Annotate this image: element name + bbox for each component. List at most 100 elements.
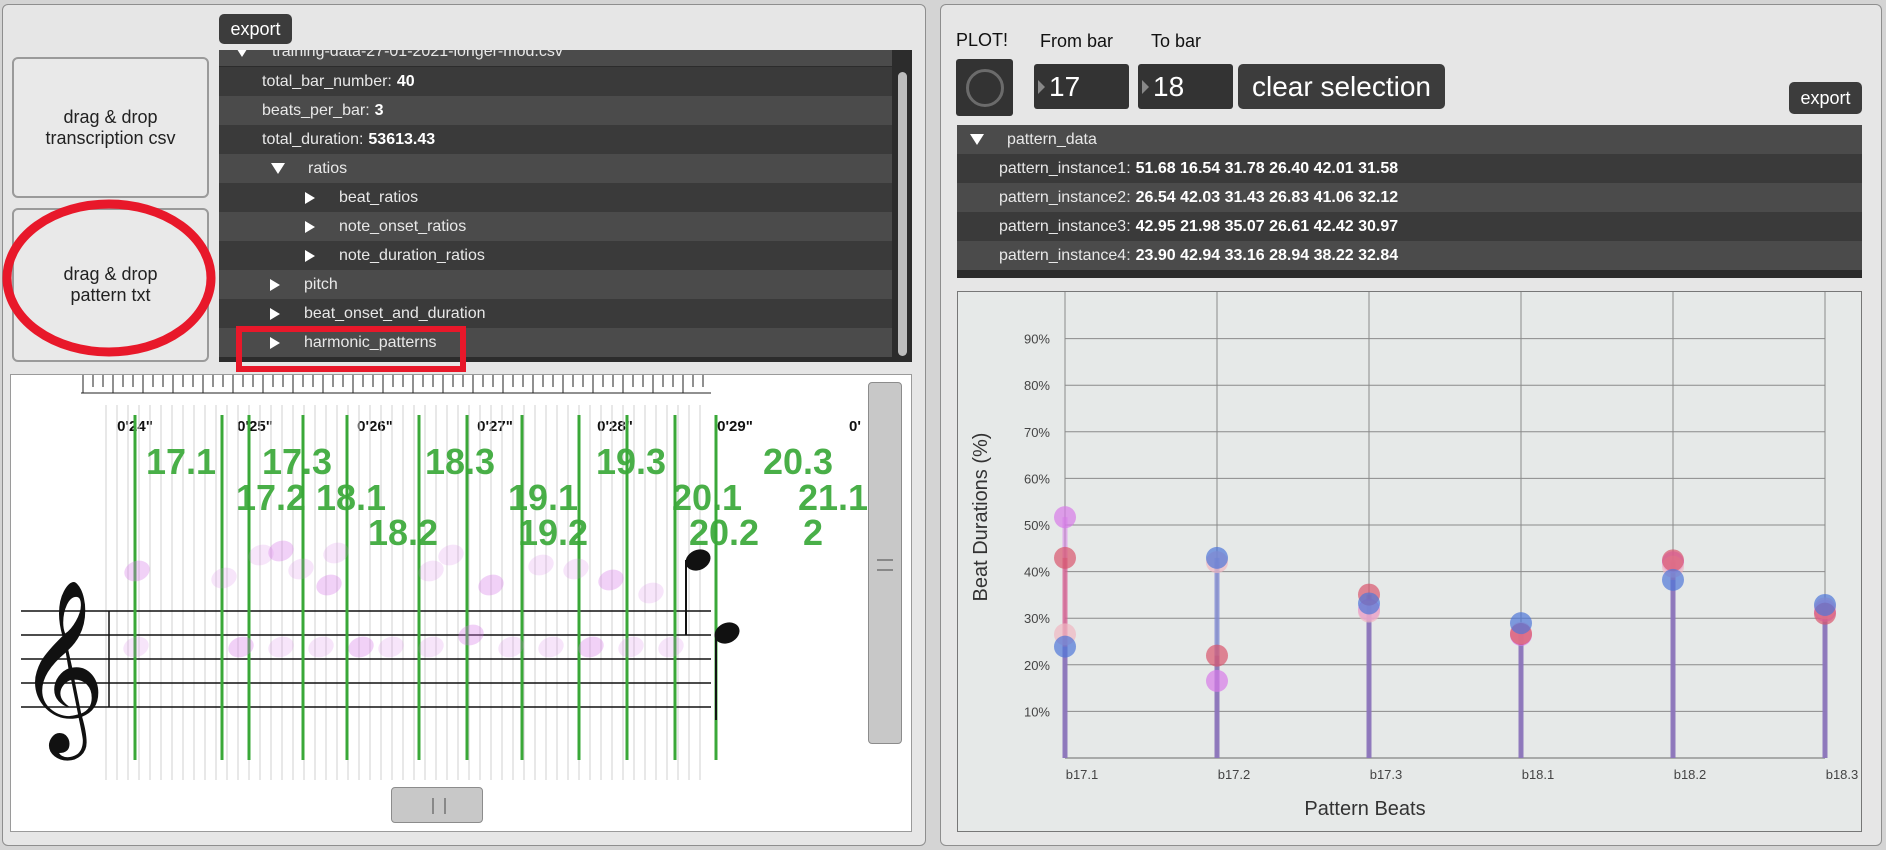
x-tick-label: b17.2 — [1218, 767, 1251, 782]
note-head — [658, 636, 684, 658]
note-head — [211, 567, 237, 589]
y-axis-label: Beat Durations (%) — [970, 433, 992, 602]
note-head — [348, 636, 374, 658]
grip-icon — [877, 559, 893, 571]
y-tick-label: 50% — [1024, 518, 1050, 533]
y-tick-label: 10% — [1024, 704, 1050, 719]
note-head — [268, 636, 294, 658]
data-tree: training-data-27-01-2021-longer-mod.csv … — [219, 50, 912, 362]
chart-svg: 10% 20% 30% 40% 50% 60% 70% 80% 90% b17.1 b17.2 b17… — [970, 292, 1859, 820]
data-point — [1662, 568, 1684, 591]
pattern-data-header[interactable]: pattern_data — [957, 125, 1862, 154]
circle-icon — [966, 69, 1004, 107]
plot-toggle-button[interactable] — [956, 59, 1013, 116]
time-label: 0'26" — [357, 418, 393, 435]
beat-label: 19.2 — [518, 512, 588, 553]
csv-dropzone[interactable]: drag & drop transcription csv — [12, 57, 209, 198]
time-label: 0'27" — [477, 418, 513, 435]
beat-label: 18.3 — [425, 441, 495, 482]
x-tick-label: b17.3 — [1370, 767, 1403, 782]
note-head — [378, 636, 404, 658]
y-tick-label: 70% — [1024, 425, 1050, 440]
tree-row-total-duration: total_duration: 53613.43 — [219, 125, 912, 154]
score-svg: 0'24"0'25"0'26"0'27"0'28"0'29"0'𝄞17.117.… — [17, 375, 868, 780]
y-tick-label: 60% — [1024, 471, 1050, 486]
tree-row-pitch[interactable]: pitch — [219, 270, 912, 299]
time-label: 0'25" — [237, 418, 273, 435]
note-head — [598, 569, 624, 591]
treble-clef-icon: 𝄞 — [17, 581, 106, 761]
score-vertical-scrollbar[interactable] — [868, 382, 902, 744]
beat-label: 2 — [803, 512, 823, 553]
y-tick-label: 20% — [1024, 658, 1050, 673]
data-point — [1054, 546, 1076, 569]
note-head — [563, 558, 589, 580]
y-tick-label: 30% — [1024, 611, 1050, 626]
pattern-instance-row: pattern_instance3: 42.95 21.98 35.07 26.6… — [957, 212, 1862, 241]
x-tick-label: b18.3 — [1826, 767, 1859, 782]
tree-row-beat-onset[interactable]: beat_onset_and_duration — [219, 299, 912, 328]
time-label: 0' — [849, 418, 861, 435]
to-bar-input[interactable]: 18 — [1138, 64, 1233, 109]
data-point — [1358, 592, 1380, 615]
x-tick-label: b18.1 — [1522, 767, 1555, 782]
expanded-triangle-icon[interactable] — [970, 134, 984, 145]
data-point — [1510, 612, 1532, 635]
x-tick-label: b17.1 — [1066, 767, 1099, 782]
data-point — [1662, 549, 1684, 572]
red-circle-annotation — [2, 199, 216, 357]
time-label: 0'29" — [717, 418, 753, 435]
export-button-right[interactable]: export — [1789, 82, 1862, 114]
data-point — [1054, 506, 1076, 529]
tree-row-note-onset-ratios[interactable]: note_onset_ratios — [219, 212, 912, 241]
pattern-instance-row: pattern_instance2: 26.54 42.03 31.43 26.8… — [957, 183, 1862, 212]
note-head — [123, 636, 149, 658]
pattern-instance-row: pattern_instance1: 51.68 16.54 31.78 26.4… — [957, 154, 1862, 183]
to-bar-label: To bar — [1151, 31, 1202, 51]
note-head — [538, 636, 564, 658]
pattern-data-tree: pattern_data pattern_instance1: 51.68 16.… — [957, 125, 1862, 278]
note-head — [316, 574, 342, 596]
tree-row-beat-ratios[interactable]: beat_ratios — [219, 183, 912, 212]
data-point — [1206, 669, 1228, 692]
export-button-left[interactable]: export — [219, 14, 292, 44]
note-head — [228, 636, 254, 658]
tree-row-beats-per-bar: beats_per_bar: 3 — [219, 96, 912, 125]
y-tick-label: 40% — [1024, 565, 1050, 580]
tree-file-row[interactable]: training-data-27-01-2021-longer-mod.csv — [219, 50, 912, 66]
beat-label: 20.3 — [763, 441, 833, 482]
clear-selection-button[interactable]: clear selection — [1238, 64, 1445, 109]
expanded-triangle-icon[interactable] — [271, 163, 285, 174]
pattern-instance-row: pattern_instance4: 23.90 42.94 33.16 28.9… — [957, 241, 1862, 270]
tree-scrollbar-thumb[interactable] — [898, 72, 907, 356]
note-head — [308, 636, 334, 658]
tree-row-total-bar: total_bar_number: 40 — [219, 67, 912, 96]
data-point — [1814, 593, 1836, 616]
beat-label: 17.2 — [236, 477, 306, 518]
note-head — [638, 582, 664, 604]
expanded-triangle-icon[interactable] — [235, 50, 249, 57]
y-tick-label: 90% — [1024, 332, 1050, 347]
collapsed-triangle-icon[interactable] — [305, 191, 315, 204]
note-head — [618, 636, 644, 658]
collapsed-triangle-icon[interactable] — [270, 278, 280, 291]
note-head — [458, 624, 484, 646]
grip-icon — [432, 798, 446, 814]
red-rect-annotation — [236, 326, 466, 372]
score-area: 0'24"0'25"0'26"0'27"0'28"0'29"0'𝄞17.117.… — [10, 374, 912, 832]
beat-label: 20.2 — [689, 512, 759, 553]
note-head — [288, 558, 314, 580]
x-tick-label: b18.2 — [1674, 767, 1707, 782]
collapsed-triangle-icon[interactable] — [305, 220, 315, 233]
from-bar-input[interactable]: 17 — [1034, 64, 1129, 109]
tree-row-note-duration-ratios[interactable]: note_duration_ratios — [219, 241, 912, 270]
beat-label: 18.2 — [368, 512, 438, 553]
collapsed-triangle-icon[interactable] — [305, 249, 315, 262]
collapsed-triangle-icon[interactable] — [270, 307, 280, 320]
beat-label: 17.3 — [262, 441, 332, 482]
y-tick-label: 80% — [1024, 378, 1050, 393]
note-head — [124, 560, 150, 582]
tree-row-ratios[interactable]: ratios — [219, 154, 912, 183]
score-horizontal-scrollbar[interactable] — [391, 787, 483, 823]
tree-file-name: training-data-27-01-2021-longer-mod.csv — [272, 50, 563, 60]
